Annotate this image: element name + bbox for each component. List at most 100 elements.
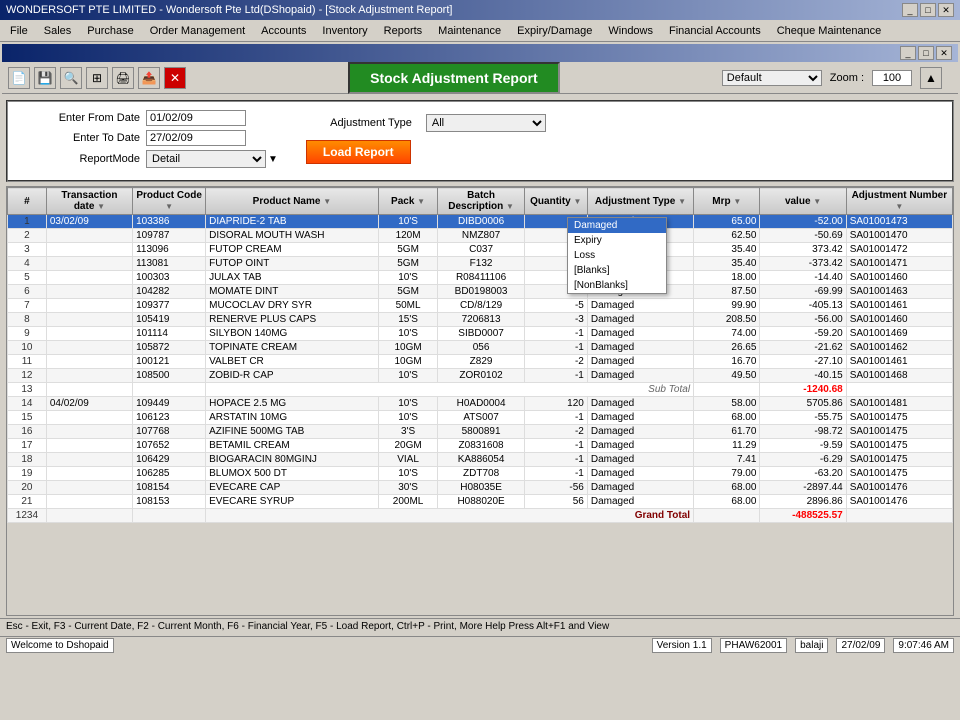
data-table: # Transaction date ▼ Product Code ▼ Prod… — [7, 187, 953, 523]
menu-windows[interactable]: Windows — [602, 23, 659, 39]
dropdown-loss[interactable]: Loss — [568, 248, 666, 263]
col-mrp[interactable]: Mrp ▼ — [694, 188, 760, 215]
load-btn-container: Load Report — [306, 140, 546, 164]
report-title: Stock Adjustment Report — [348, 62, 560, 94]
cell-name: FUTOP CREAM — [206, 243, 379, 257]
load-report-button[interactable]: Load Report — [306, 140, 411, 164]
cell-mrp: 26.65 — [694, 341, 760, 355]
cell-adj-type: Damaged — [587, 495, 693, 509]
to-date-input[interactable] — [146, 130, 246, 146]
maximize-button[interactable]: □ — [920, 3, 936, 17]
report-mode-select[interactable]: Detail Summary — [146, 150, 266, 168]
dropdown-nonblanks[interactable]: [NonBlanks] — [568, 278, 666, 293]
col-adj-num[interactable]: Adjustment Number ▼ — [846, 188, 952, 215]
menu-sales[interactable]: Sales — [38, 23, 78, 39]
cell-date — [46, 383, 132, 397]
cell-name: BETAMIL CREAM — [206, 439, 379, 453]
cell-name: EVECARE CAP — [206, 481, 379, 495]
cell-adj-type: Damaged — [587, 299, 693, 313]
col-pack[interactable]: Pack ▼ — [378, 188, 438, 215]
date-text: 27/02/09 — [836, 638, 885, 653]
cell-value: -63.20 — [760, 467, 846, 481]
menu-expiry-damage[interactable]: Expiry/Damage — [511, 23, 598, 39]
table-row: 1234 Grand Total -488525.57 — [8, 509, 953, 523]
cell-name: DISORAL MOUTH WASH — [206, 229, 379, 243]
inner-minimize-btn[interactable]: _ — [900, 46, 916, 60]
col-prod-code[interactable]: Product Code ▼ — [133, 188, 206, 215]
cell-mrp: 87.50 — [694, 285, 760, 299]
print-button[interactable]: 🖨 — [112, 67, 134, 89]
zoom-spin-btn[interactable]: ▲ — [920, 67, 942, 89]
cell-name: BIOGARACIN 80MGINJ — [206, 453, 379, 467]
new-button[interactable]: 📄 — [8, 67, 30, 89]
cell-mrp — [694, 509, 760, 523]
table-row: 15 106123 ARSTATIN 10MG 10'S ATS007 -1 D… — [8, 411, 953, 425]
cell-qty: -1 — [524, 327, 587, 341]
table-row: 12 108500 ZOBID-R CAP 10'S ZOR0102 -1 Da… — [8, 369, 953, 383]
cell-batch: F132 — [438, 257, 524, 271]
dropdown-blanks[interactable]: [Blanks] — [568, 263, 666, 278]
table-scroll[interactable]: # Transaction date ▼ Product Code ▼ Prod… — [7, 187, 953, 615]
adj-type-dropdown[interactable]: Damaged Expiry Loss [Blanks] [NonBlanks] — [567, 217, 667, 294]
export-button[interactable]: 📤 — [138, 67, 160, 89]
inner-restore-btn[interactable]: □ — [918, 46, 934, 60]
row-num: 10 — [8, 341, 47, 355]
menu-cheque-maintenance[interactable]: Cheque Maintenance — [771, 23, 888, 39]
cell-batch: 7206813 — [438, 313, 524, 327]
table-row: 8 105419 RENERVE PLUS CAPS 15'S 7206813 … — [8, 313, 953, 327]
minimize-button[interactable]: _ — [902, 3, 918, 17]
row-num: 6 — [8, 285, 47, 299]
cell-name: SILYBON 140MG — [206, 327, 379, 341]
cell-adj-type: Damaged — [587, 467, 693, 481]
cell-mrp: 16.70 — [694, 355, 760, 369]
cell-date — [46, 509, 132, 523]
menu-order-management[interactable]: Order Management — [144, 23, 251, 39]
col-value[interactable]: value ▼ — [760, 188, 846, 215]
cell-value: -373.42 — [760, 257, 846, 271]
close-button[interactable]: ✕ — [938, 3, 954, 17]
menu-accounts[interactable]: Accounts — [255, 23, 312, 39]
col-adj-type[interactable]: Adjustment Type ▼ — [587, 188, 693, 215]
col-batch-desc[interactable]: Batch Description ▼ — [438, 188, 524, 215]
cell-qty: -2 — [524, 425, 587, 439]
row-num: 20 — [8, 481, 47, 495]
cell-code: 100303 — [133, 271, 206, 285]
menu-reports[interactable]: Reports — [378, 23, 429, 39]
dropdown-damaged[interactable]: Damaged — [568, 218, 666, 233]
cell-pack: 50ML — [378, 299, 438, 313]
cell-adj-num: SA01001468 — [846, 369, 952, 383]
from-date-input[interactable] — [146, 110, 246, 126]
menu-bar: File Sales Purchase Order Management Acc… — [0, 20, 960, 42]
cell-adj-type: Damaged — [587, 341, 693, 355]
col-prod-name[interactable]: Product Name ▼ — [206, 188, 379, 215]
zoom-input[interactable] — [872, 70, 912, 86]
cell-adj-num: SA01001469 — [846, 327, 952, 341]
save-button[interactable]: 💾 — [34, 67, 56, 89]
cell-qty: -5 — [524, 299, 587, 313]
cell-adj-type: Damaged — [587, 425, 693, 439]
cell-qty: 120 — [524, 397, 587, 411]
dropdown-expiry[interactable]: Expiry — [568, 233, 666, 248]
col-trans-date[interactable]: Transaction date ▼ — [46, 188, 132, 215]
cell-code — [133, 509, 206, 523]
inner-close-btn[interactable]: ✕ — [936, 46, 952, 60]
menu-inventory[interactable]: Inventory — [316, 23, 373, 39]
cell-value: 2896.86 — [760, 495, 846, 509]
menu-purchase[interactable]: Purchase — [81, 23, 139, 39]
close-icon-btn[interactable]: ✕ — [164, 67, 186, 89]
default-select[interactable]: Default — [722, 70, 822, 86]
col-qty[interactable]: Quantity ▼ — [524, 188, 587, 215]
cell-code: 107652 — [133, 439, 206, 453]
hotkeys-text: Esc - Exit, F3 - Current Date, F2 - Curr… — [6, 621, 609, 632]
cell-date — [46, 369, 132, 383]
cell-qty: -1 — [524, 467, 587, 481]
filter-button[interactable]: ⊞ — [86, 67, 108, 89]
menu-maintenance[interactable]: Maintenance — [432, 23, 507, 39]
cell-date — [46, 481, 132, 495]
from-date-label: Enter From Date — [16, 112, 146, 124]
cell-code: 109377 — [133, 299, 206, 313]
menu-financial-accounts[interactable]: Financial Accounts — [663, 23, 767, 39]
find-button[interactable]: 🔍 — [60, 67, 82, 89]
adj-type-select[interactable]: All Damaged Expiry Loss — [426, 114, 546, 132]
menu-file[interactable]: File — [4, 23, 34, 39]
